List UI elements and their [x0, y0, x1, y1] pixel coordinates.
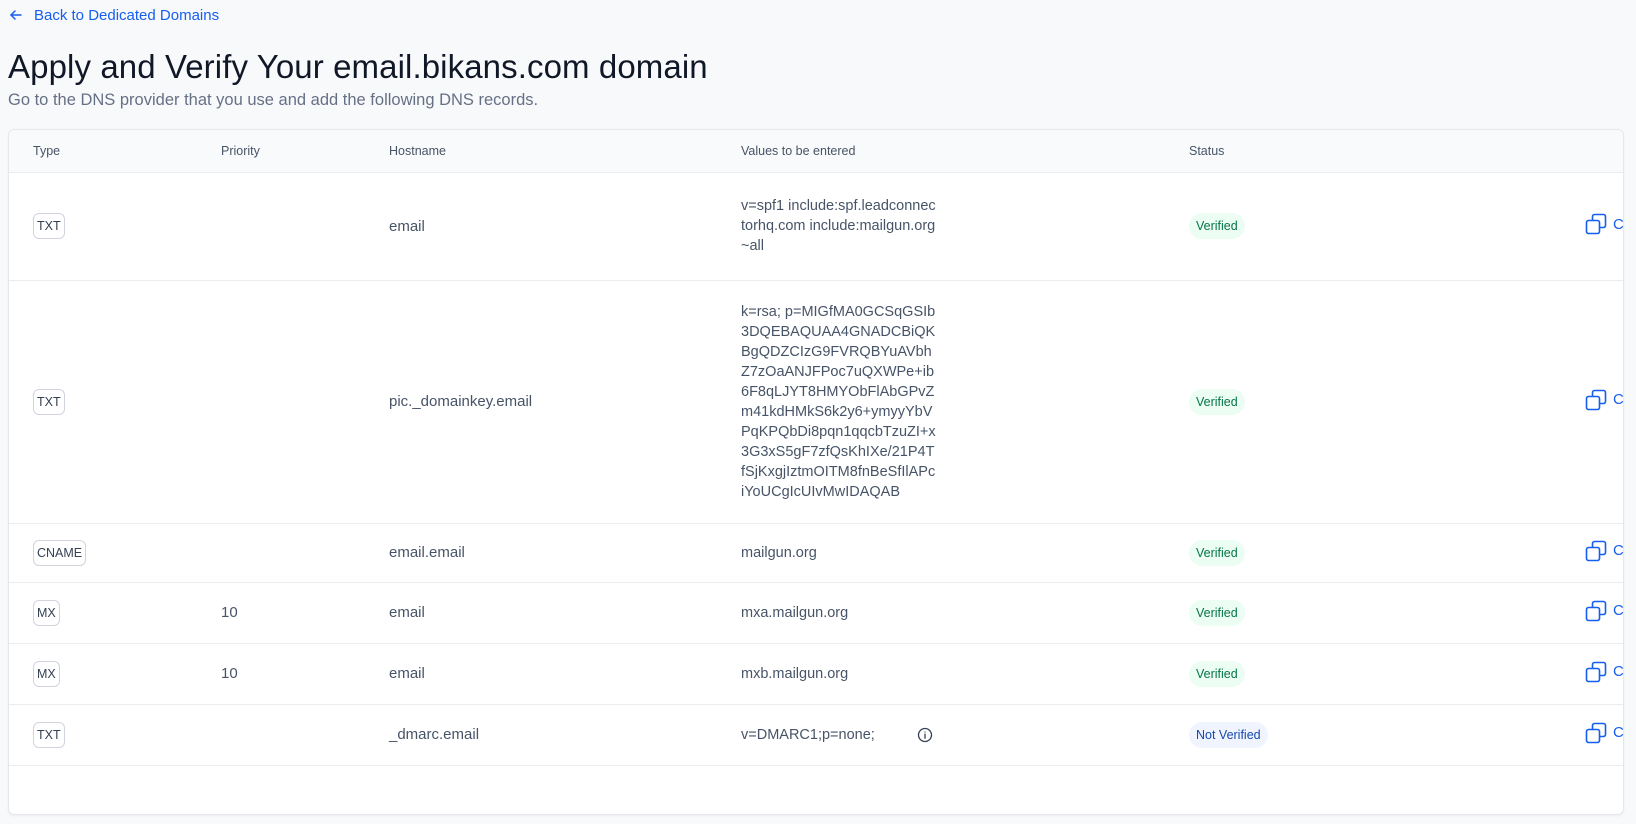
- back-to-dedicated-domains-link[interactable]: Back to Dedicated Domains: [8, 5, 219, 25]
- table-row: TXT email v=spf1 include:spf.leadconnect…: [9, 172, 1624, 281]
- column-header-values: Values to be entered: [741, 130, 1189, 173]
- copy-icon: [1585, 540, 1607, 562]
- copy-button[interactable]: Copy: [1585, 661, 1624, 683]
- table-row: MX 10 email mxa.mailgun.org Verified Cop…: [9, 582, 1624, 644]
- hostname-cell: email: [389, 643, 741, 705]
- record-type-badge: TXT: [33, 721, 65, 748]
- copy-label: Copy: [1613, 542, 1624, 559]
- priority-cell: [221, 523, 389, 583]
- column-header-type: Type: [9, 130, 221, 173]
- status-badge: Verified: [1189, 599, 1245, 626]
- hostname-cell: pic._domainkey.email: [389, 280, 741, 524]
- copy-button[interactable]: Copy: [1585, 600, 1624, 622]
- back-link-label: Back to Dedicated Domains: [34, 6, 220, 24]
- copy-icon: [1585, 661, 1607, 683]
- copy-icon: [1585, 389, 1607, 411]
- table-header-row: Type Priority Hostname Values to be ente…: [9, 130, 1623, 173]
- copy-icon: [1585, 600, 1607, 622]
- dns-records-card: Type Priority Hostname Values to be ente…: [8, 129, 1624, 815]
- dns-records-table: Type Priority Hostname Values to be ente…: [9, 130, 1623, 766]
- copy-label: Copy: [1613, 724, 1624, 741]
- column-header-priority: Priority: [221, 130, 389, 173]
- copy-icon: [1585, 213, 1607, 235]
- hostname-cell: email: [389, 582, 741, 644]
- value-cell: mxa.mailgun.org: [741, 604, 849, 621]
- value-cell: k=rsa; p=MIGfMA0GCSqGSIb3DQEBAQUAA4GNADC…: [741, 303, 936, 500]
- arrow-left-icon: [8, 7, 24, 23]
- copy-label: Copy: [1613, 215, 1624, 233]
- table-row: TXT _dmarc.email v=DMARC1;p=none; Not Ve…: [9, 704, 1624, 766]
- priority-cell: [221, 172, 389, 281]
- hostname-cell: _dmarc.email: [389, 704, 741, 766]
- record-type-badge: CNAME: [33, 539, 87, 566]
- page-title: Apply and Verify Your email.bikans.com d…: [8, 48, 708, 85]
- value-cell: mailgun.org: [741, 544, 817, 561]
- value-cell: v=spf1 include:spf.leadconnectorhq.com i…: [741, 198, 936, 254]
- copy-button[interactable]: Copy: [1585, 213, 1624, 235]
- status-badge: Verified: [1189, 660, 1245, 687]
- column-header-actions: [1489, 130, 1623, 173]
- status-badge: Verified: [1189, 539, 1245, 566]
- column-header-status: Status: [1189, 130, 1489, 173]
- priority-cell: 10: [221, 582, 389, 644]
- table-row: MX 10 email mxb.mailgun.org Verified Cop…: [9, 643, 1624, 705]
- status-badge: Verified: [1189, 213, 1245, 239]
- value-cell: v=DMARC1;p=none;: [741, 726, 875, 743]
- copy-button[interactable]: Copy: [1585, 389, 1624, 411]
- copy-label: Copy: [1613, 391, 1624, 408]
- record-type-badge: TXT: [33, 213, 65, 239]
- record-type-badge: MX: [33, 599, 60, 626]
- copy-button[interactable]: Copy: [1585, 722, 1624, 744]
- copy-icon: [1585, 722, 1607, 744]
- hostname-cell: email: [389, 172, 741, 281]
- value-cell: mxb.mailgun.org: [741, 665, 849, 682]
- copy-button[interactable]: Copy: [1585, 540, 1624, 562]
- priority-cell: [221, 280, 389, 524]
- priority-cell: [221, 704, 389, 766]
- hostname-cell: email.email: [389, 523, 741, 583]
- info-icon[interactable]: [917, 727, 933, 743]
- status-badge: Not Verified: [1189, 721, 1268, 748]
- page-subtitle: Go to the DNS provider that you use and …: [8, 91, 539, 109]
- column-header-hostname: Hostname: [389, 130, 741, 173]
- record-type-badge: MX: [33, 660, 60, 687]
- table-row: CNAME email.email mailgun.org Verified C…: [9, 523, 1624, 583]
- status-badge: Verified: [1189, 388, 1245, 415]
- table-row: TXT pic._domainkey.email k=rsa; p=MIGfMA…: [9, 280, 1624, 524]
- copy-label: Copy: [1613, 602, 1624, 619]
- record-type-badge: TXT: [33, 388, 65, 415]
- copy-label: Copy: [1613, 663, 1624, 680]
- priority-cell: 10: [221, 643, 389, 705]
